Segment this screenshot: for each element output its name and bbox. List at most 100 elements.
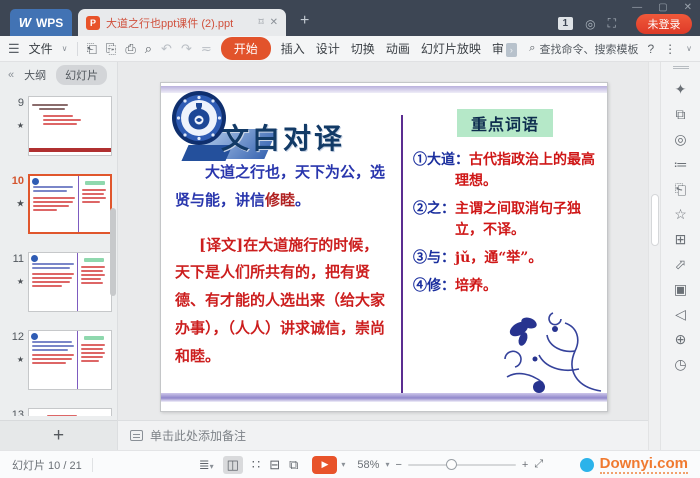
- keyword-item: ①大道：古代指政治上的最高理想。: [413, 150, 597, 192]
- normal-view-icon[interactable]: ◫: [223, 456, 243, 474]
- seal-icon[interactable]: ✦: [675, 82, 687, 96]
- tab-insert[interactable]: 插入: [280, 38, 306, 59]
- message-count-badge[interactable]: 1: [558, 17, 574, 30]
- zoom-level[interactable]: 58%: [357, 459, 379, 471]
- play-options-caret-icon[interactable]: ▾: [341, 460, 345, 469]
- properties-sliders-icon[interactable]: ≔: [674, 157, 688, 171]
- more-icon[interactable]: ⋮: [664, 42, 676, 56]
- file-menu-caret-icon[interactable]: ∨: [62, 44, 68, 53]
- audio-icon[interactable]: ◁: [675, 307, 686, 321]
- play-slideshow-button[interactable]: ▶: [312, 456, 337, 474]
- minimize-icon[interactable]: —: [632, 2, 642, 13]
- login-button[interactable]: 未登录: [636, 14, 692, 34]
- collapse-ribbon-icon[interactable]: ∨: [686, 44, 692, 53]
- clipboard-icon[interactable]: ⎗: [675, 182, 686, 196]
- slide-thumbnail-10-selected[interactable]: 10 ★: [6, 174, 112, 234]
- slide-thumbnail-13[interactable]: 13: [6, 408, 112, 416]
- tab-animation[interactable]: 动画: [385, 38, 411, 59]
- new-tab-button[interactable]: +: [300, 12, 309, 30]
- menubar-end-icons: ? ⋮ ∨: [647, 42, 692, 56]
- menubar: ☰ 文件 ∨ ⎗ ⎘ ⎙ ⌕ ↶ ↷ ≂ 开始 插入 设计 切换 动画 幻灯片放…: [0, 36, 700, 62]
- zoom-caret-icon[interactable]: ▾: [385, 460, 389, 469]
- image-icon[interactable]: ▣: [674, 282, 687, 296]
- reading-view-icon[interactable]: ⊟: [269, 457, 280, 473]
- slide-canvas[interactable]: 文白对译 大道之行也，天下为公，选贤与能，讲信修睦。 [译文]在大道施行的时候，…: [118, 62, 648, 420]
- statusbar-divider: [92, 458, 93, 472]
- keywords-block[interactable]: 重点词语 ①大道：古代指政治上的最高理想。 ②之：主谓之间取消句子独立，不译。 …: [413, 109, 597, 304]
- shapes-icon[interactable]: ⧉: [676, 107, 686, 121]
- export-icon[interactable]: ⎘: [106, 41, 116, 57]
- file-menu[interactable]: 文件: [29, 40, 53, 57]
- tab-review[interactable]: 审›: [491, 38, 518, 59]
- zoom-slider-knob[interactable]: [446, 459, 457, 470]
- fit-screen-icon[interactable]: ⤢: [534, 458, 543, 471]
- panel-tabs: « 大纲 幻灯片: [0, 62, 117, 88]
- tab-slides[interactable]: 幻灯片: [56, 65, 107, 85]
- canvas-scrollbar-thumb[interactable]: [651, 194, 659, 246]
- download-circle-icon[interactable]: ⊕: [675, 332, 687, 346]
- slide-thumbnail-9[interactable]: 9★: [6, 96, 112, 156]
- thumbnail-image[interactable]: [28, 408, 112, 416]
- share-icon[interactable]: ⬀: [675, 257, 687, 271]
- print-preview-icon[interactable]: ⌕: [145, 41, 152, 57]
- view-switcher: ≣▾ ◫ ∷ ⊟ ⧉: [199, 456, 299, 474]
- save-icon[interactable]: ⎗: [87, 41, 97, 57]
- undo-icon[interactable]: ↶: [161, 41, 172, 57]
- collapse-panel-icon[interactable]: «: [8, 69, 14, 81]
- command-search[interactable]: ⌕ 查找命令、搜索模板: [529, 41, 638, 57]
- slideshow-view-icon[interactable]: ⧉: [289, 457, 298, 473]
- thumbnail-image[interactable]: [28, 174, 112, 234]
- ppt-file-icon: P: [86, 16, 100, 30]
- add-slide-button[interactable]: +: [53, 425, 64, 447]
- current-slide[interactable]: 文白对译 大道之行也，天下为公，选贤与能，讲信修睦。 [译文]在大道施行的时候，…: [160, 82, 608, 412]
- keyword-item: ④修：培养。: [413, 276, 597, 297]
- classical-text-block[interactable]: 大道之行也，天下为公，选贤与能，讲信修睦。 [译文]在大道施行的时候，天下是人们…: [175, 159, 393, 370]
- tab-design[interactable]: 设计: [315, 38, 341, 59]
- document-tab[interactable]: P 大道之行也ppt课件 (2).ppt ⌑ ✕: [78, 9, 286, 36]
- redo-icon[interactable]: ↷: [181, 41, 192, 57]
- pin-tab-icon[interactable]: ⌑: [258, 17, 263, 28]
- slide-thumbnail-12[interactable]: 12★: [6, 330, 112, 390]
- tab-slideshow[interactable]: 幻灯片放映: [420, 38, 482, 59]
- slide-number: 13: [12, 409, 24, 416]
- site-watermark: Downyi.com: [600, 455, 688, 474]
- textbox-icon[interactable]: ⊞: [675, 232, 687, 246]
- panel-scrollbar[interactable]: [110, 208, 116, 296]
- tab-outline[interactable]: 大纲: [24, 67, 46, 83]
- animation-star-icon: ★: [6, 199, 24, 208]
- star-favorites-icon[interactable]: ☆: [674, 207, 687, 221]
- thumbnail-image[interactable]: [28, 252, 112, 312]
- wps-menu-button[interactable]: W WPS: [10, 9, 72, 36]
- thumbnail-image[interactable]: [28, 96, 112, 156]
- thumbnail-image[interactable]: [28, 330, 112, 390]
- help-icon[interactable]: ?: [647, 42, 654, 56]
- tab-transition[interactable]: 切换: [350, 38, 376, 59]
- sidebar-drag-handle-icon[interactable]: [673, 66, 689, 69]
- top-decor-band: [161, 86, 607, 93]
- blue-floral-decor: [485, 301, 603, 397]
- tab-overflow-icon[interactable]: ›: [506, 43, 517, 57]
- slide-thumbnail-11[interactable]: 11★: [6, 252, 112, 312]
- skin-theme-icon[interactable]: ⛶: [608, 16, 616, 31]
- slide-sorter-view-icon[interactable]: ∷: [252, 457, 260, 473]
- print-icon[interactable]: ⎙: [125, 41, 135, 57]
- hamburger-icon[interactable]: ☰: [8, 41, 20, 57]
- slide-number: 10: [12, 175, 24, 187]
- notes-bar[interactable]: 单击此处添加备注: [118, 420, 648, 450]
- customize-toolbar-icon[interactable]: ≂: [201, 41, 212, 57]
- maximize-icon[interactable]: ▢: [658, 2, 667, 13]
- zoom-slider[interactable]: [408, 464, 516, 466]
- history-clock-icon[interactable]: ◷: [674, 357, 686, 371]
- docer-icon[interactable]: ◎: [585, 17, 595, 31]
- canvas-scrollbar[interactable]: [648, 62, 660, 450]
- zoom-out-button[interactable]: −: [395, 459, 401, 471]
- close-window-icon[interactable]: ✕: [684, 2, 692, 13]
- slide-number: 12: [12, 331, 24, 343]
- outline-view-icon[interactable]: ≣▾: [199, 457, 214, 473]
- zoom-in-button[interactable]: +: [522, 459, 528, 471]
- close-tab-icon[interactable]: ✕: [270, 17, 278, 28]
- slide-title[interactable]: 文白对译: [221, 117, 345, 157]
- overlap-circles-icon[interactable]: ◎: [674, 132, 686, 146]
- notes-icon: [130, 430, 143, 441]
- tab-home[interactable]: 开始: [221, 37, 271, 60]
